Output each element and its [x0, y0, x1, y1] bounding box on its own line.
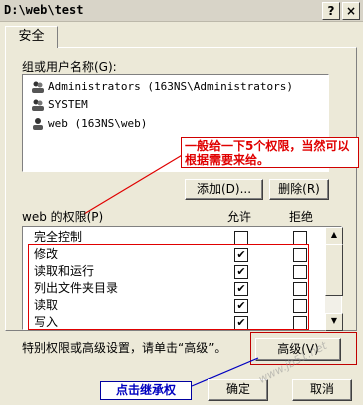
- deny-header: 拒绝: [289, 210, 314, 224]
- annotation-note: 点击继承权: [100, 381, 192, 400]
- scroll-thumb[interactable]: [325, 244, 343, 296]
- tab-security[interactable]: 安全: [5, 26, 58, 48]
- list-item-label: SYSTEM: [48, 98, 88, 111]
- add-button[interactable]: 添加(D)...: [185, 179, 263, 200]
- cancel-button[interactable]: 取消: [292, 379, 352, 401]
- permissions-title: web 的权限(P): [22, 210, 104, 224]
- scroll-down-icon[interactable]: ▼: [325, 313, 343, 331]
- window-title: D:\web\test: [4, 3, 84, 17]
- annotation-note: 一般给一下5个权限，当然可以根据需要来给。: [181, 137, 359, 168]
- list-item-label: Administrators (163NS\Administrators): [48, 80, 294, 93]
- ok-button[interactable]: 确定: [208, 379, 268, 401]
- remove-button[interactable]: 删除(R): [269, 179, 329, 200]
- users-group-icon: [31, 98, 45, 112]
- allow-checkbox[interactable]: [234, 231, 248, 245]
- help-button[interactable]: ?: [322, 2, 340, 20]
- deny-checkbox[interactable]: [293, 231, 307, 245]
- permissions-scrollbar[interactable]: ▲ ▼: [325, 227, 343, 331]
- special-permissions-text: 特别权限或高级设置，请单击“高级”。: [22, 341, 227, 355]
- allow-header: 允许: [227, 210, 252, 224]
- list-item[interactable]: web (163NS\web): [31, 115, 147, 133]
- list-item[interactable]: Administrators (163NS\Administrators): [31, 78, 293, 96]
- list-item[interactable]: SYSTEM: [31, 96, 88, 114]
- users-group-icon: [31, 80, 45, 94]
- list-item-label: web (163NS\web): [48, 117, 148, 130]
- annotation-highlight: [28, 244, 309, 330]
- scroll-up-icon[interactable]: ▲: [325, 227, 343, 245]
- user-icon: [31, 117, 45, 131]
- group-list-label: 组或用户名称(G):: [22, 60, 117, 74]
- close-button[interactable]: ×: [342, 2, 360, 20]
